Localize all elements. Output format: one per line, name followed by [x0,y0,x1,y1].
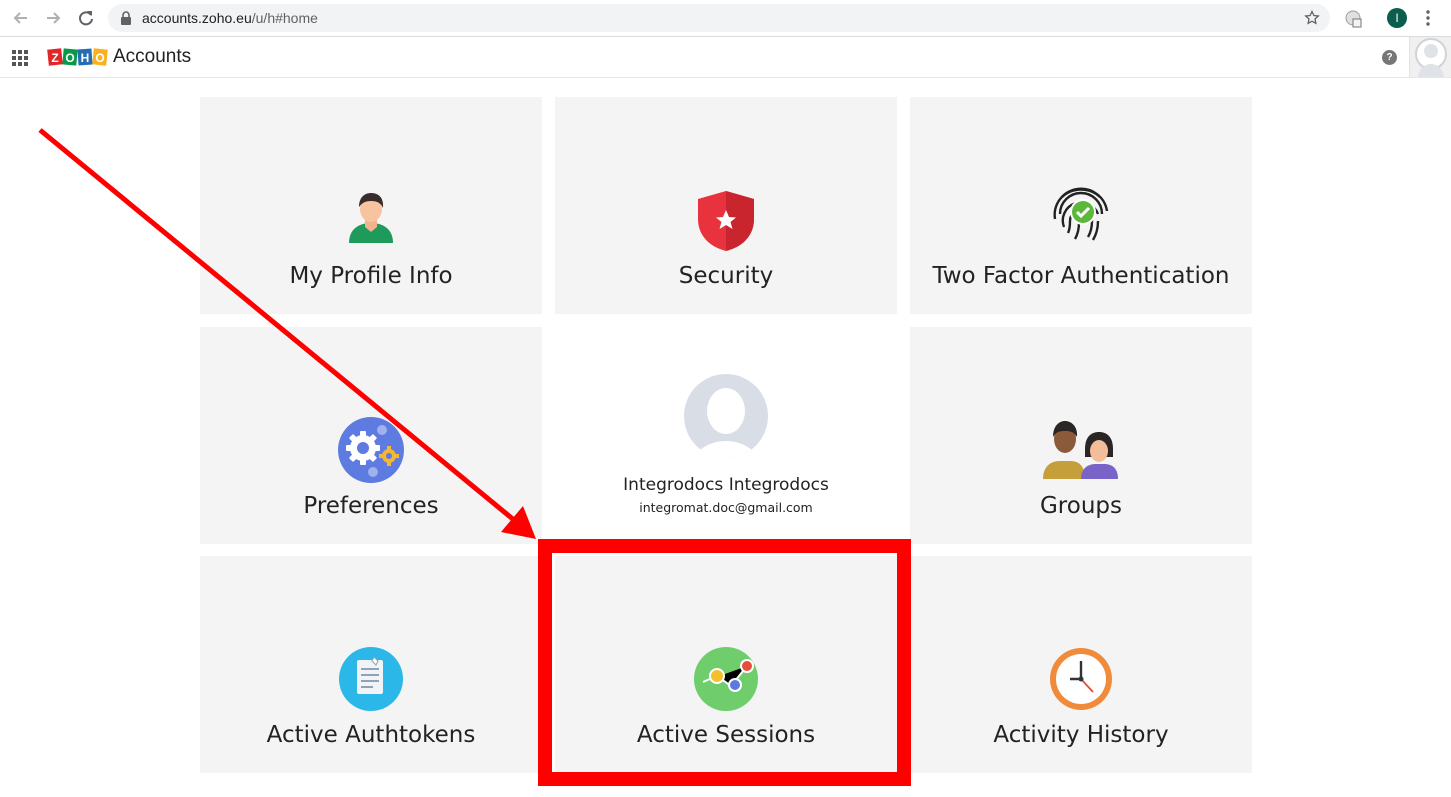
avatar-silhouette-icon [1415,38,1447,77]
url-path: /u/h#home [251,10,318,26]
app-title: Accounts [113,46,192,67]
fingerprint-check-icon [1053,187,1109,241]
reload-icon [79,11,93,26]
help-button[interactable]: ? [1382,50,1397,65]
address-bar[interactable]: accounts.zoho.eu/u/h#home [108,4,1330,32]
tile-preferences[interactable]: Preferences [200,327,542,544]
tile-label: Activity History [993,722,1169,748]
tile-active-authtokens[interactable]: Active Authtokens [200,556,542,773]
session-graph-icon [694,647,758,711]
back-button[interactable] [10,7,32,29]
profile-avatar-icon [684,374,768,458]
svg-text:H: H [81,51,90,65]
tile-label: Active Authtokens [266,722,476,748]
tile-label: Groups [1039,493,1122,519]
profile-avatar-button[interactable]: I [1387,8,1407,28]
zoho-logo[interactable]: Z O H O [47,47,109,67]
notepad-icon [339,647,403,711]
profile-initial: I [1395,11,1399,25]
profile-name: Integrodocs Integrodocs [623,475,829,495]
tile-my-profile-info[interactable]: My Profile Info [200,97,542,314]
url-text: accounts.zoho.eu/u/h#home [142,10,318,26]
svg-text:Z: Z [51,51,58,65]
security-shield-icon [698,191,754,251]
tile-label: Two Factor Authentication [932,263,1230,289]
help-icon: ? [1386,52,1393,63]
star-icon[interactable] [1304,10,1320,26]
tile-security[interactable]: Security [555,97,897,314]
gears-icon [338,417,404,483]
forward-button[interactable] [42,7,64,29]
app-header: Z O H O Accounts ? [0,37,1451,78]
arrow-left-icon [13,12,27,24]
clock-icon [1050,648,1112,710]
tile-label: Active Sessions [636,722,816,748]
tile-active-sessions[interactable]: Active Sessions [555,556,897,773]
user-avatar[interactable] [1409,37,1451,77]
tile-label: Security [678,263,774,289]
svg-text:O: O [65,51,74,65]
tile-groups[interactable]: Groups [910,327,1252,544]
reload-button[interactable] [75,7,97,29]
apps-grid-icon[interactable] [12,50,28,66]
tile-label: My Profile Info [289,263,453,289]
tile-label: Preferences [303,493,439,519]
tile-activity-history[interactable]: Activity History [910,556,1252,773]
kebab-menu-icon[interactable] [1425,10,1431,26]
profile-email: integromat.doc@gmail.com [639,500,813,515]
profile-card[interactable]: Integrodocs Integrodocs integromat.doc@g… [555,327,897,544]
arrow-right-icon [47,12,61,24]
browser-toolbar: accounts.zoho.eu/u/h#home I [0,0,1451,37]
tile-two-factor-authentication[interactable]: Two Factor Authentication [910,97,1252,314]
profile-person-icon [349,193,393,243]
group-people-icon [1043,421,1118,479]
url-host: accounts.zoho.eu [142,10,252,26]
lock-icon [121,11,131,25]
svg-text:O: O [95,51,104,65]
extension-icon[interactable] [1344,8,1362,28]
